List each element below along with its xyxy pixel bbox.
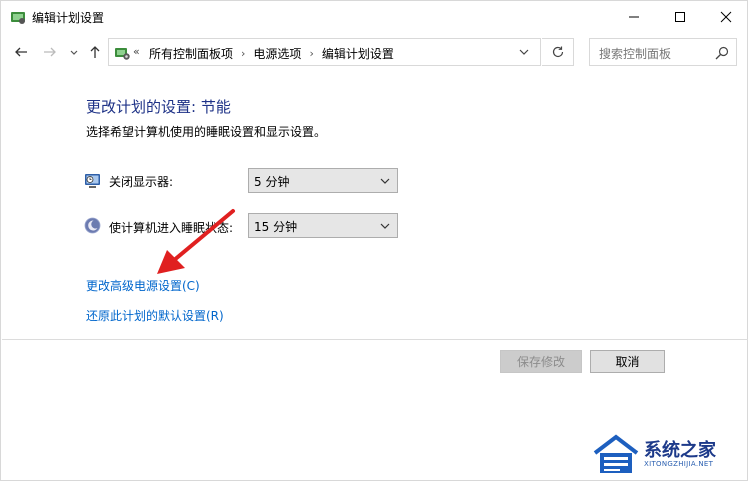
control-panel-window: 编辑计划设置 « 所有控制面板项 › 电源选项 › 编辑计划设置 搜索控制面板 … — [0, 0, 748, 481]
cancel-button[interactable]: 取消 — [590, 350, 665, 373]
refresh-icon — [552, 46, 563, 58]
chevron-down-icon — [519, 49, 529, 55]
display-off-value: 5 分钟 — [254, 175, 290, 189]
arrow-left-icon — [15, 47, 27, 57]
address-dropdown-button[interactable] — [515, 43, 533, 61]
breadcrumb-item-power-options[interactable]: 电源选项 — [253, 45, 301, 62]
control-panel-icon — [115, 48, 130, 60]
annotation-arrow — [157, 209, 235, 274]
minimize-icon — [629, 16, 639, 17]
breadcrumb-separator[interactable]: › — [241, 47, 245, 60]
minimize-button[interactable] — [611, 1, 657, 32]
breadcrumb-item-edit-plan[interactable]: 编辑计划设置 — [322, 45, 394, 62]
search-icon[interactable] — [714, 45, 730, 61]
arrow-up-icon — [90, 46, 100, 58]
chevron-down-icon — [380, 223, 390, 229]
display-off-select[interactable]: 5 分钟 — [248, 168, 398, 193]
back-button[interactable] — [10, 41, 32, 63]
page-title: 更改计划的设置: 节能 — [86, 98, 231, 116]
forward-button[interactable] — [39, 41, 61, 63]
site-watermark: 系统之家 XITONGZHIJIA.NET — [591, 433, 747, 479]
search-input[interactable]: 搜索控制面板 — [589, 38, 737, 66]
navigation-bar: « 所有控制面板项 › 电源选项 › 编辑计划设置 搜索控制面板 — [1, 36, 747, 68]
close-button[interactable] — [703, 1, 748, 32]
footer-divider — [2, 339, 748, 340]
display-off-label: 关闭显示器: — [109, 175, 174, 189]
breadcrumb-item-all-items[interactable]: 所有控制面板项 — [149, 45, 233, 62]
refresh-button[interactable] — [542, 38, 574, 66]
breadcrumb: 所有控制面板项 › 电源选项 › 编辑计划设置 — [149, 45, 394, 62]
watermark-name: 系统之家 — [644, 440, 716, 461]
chevron-down-icon — [380, 178, 390, 184]
maximize-button[interactable] — [657, 1, 703, 32]
sleep-value: 15 分钟 — [254, 220, 298, 234]
up-button[interactable] — [84, 41, 106, 63]
recent-locations-button[interactable] — [63, 41, 85, 63]
save-changes-button[interactable]: 保存修改 — [500, 350, 582, 373]
address-bar[interactable]: « 所有控制面板项 › 电源选项 › 编辑计划设置 — [108, 38, 541, 66]
restore-defaults-link[interactable]: 还原此计划的默认设置(R) — [86, 307, 224, 324]
sleep-select[interactable]: 15 分钟 — [248, 213, 398, 238]
breadcrumb-separator[interactable]: › — [309, 47, 313, 60]
maximize-icon — [675, 11, 685, 22]
house-logo-icon — [593, 434, 639, 473]
title-bar: 编辑计划设置 — [1, 1, 747, 32]
moon-icon — [84, 217, 101, 234]
page-description: 选择希望计算机使用的睡眠设置和显示设置。 — [86, 125, 327, 139]
close-icon — [720, 11, 732, 22]
watermark-url: XITONGZHIJIA.NET — [644, 460, 714, 468]
search-placeholder: 搜索控制面板 — [599, 47, 672, 61]
window-title: 编辑计划设置 — [32, 11, 105, 25]
chevron-down-icon — [70, 50, 78, 55]
arrow-right-icon — [44, 47, 56, 57]
monitor-clock-icon — [85, 174, 100, 188]
power-options-icon — [11, 12, 25, 24]
breadcrumb-overflow[interactable]: « — [133, 45, 140, 58]
